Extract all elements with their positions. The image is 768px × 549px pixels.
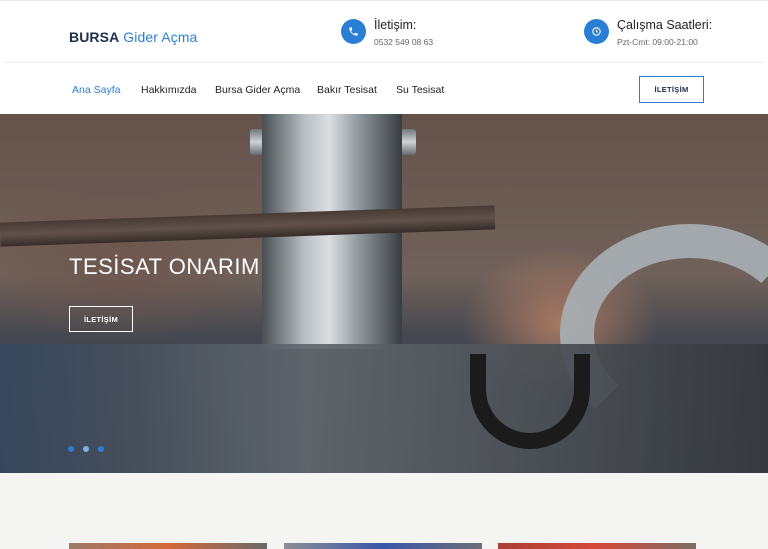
contact-phone-number[interactable]: 0532 549 08 63 <box>374 37 433 47</box>
logo-regular-text: Gider Açma <box>123 29 198 45</box>
contact-phone: İletişim: 0532 549 08 63 <box>341 18 433 47</box>
top-header: BURSA Gider Açma İletişim: 0532 549 08 6… <box>0 0 768 62</box>
hero-slider[interactable]: TESİSAT ONARIM İLETİŞİM <box>0 114 768 473</box>
nav-item-hakkimizda[interactable]: Hakkımızda <box>141 84 196 96</box>
clock-icon <box>584 19 609 44</box>
phone-icon <box>341 19 366 44</box>
service-card-image-3[interactable] <box>498 543 696 549</box>
nav-item-ana-sayfa[interactable]: Ana Sayfa <box>72 84 120 96</box>
main-navigation: Ana Sayfa Hakkımızda Bursa Gider Açma Ba… <box>0 63 768 114</box>
slider-dot-3[interactable] <box>98 446 104 452</box>
slider-dots <box>68 446 104 452</box>
site-logo[interactable]: BURSA Gider Açma <box>69 29 197 45</box>
nav-item-bursa-gider-acma[interactable]: Bursa Gider Açma <box>215 84 300 96</box>
contact-phone-title: İletişim: <box>374 18 417 32</box>
logo-bold-text: BURSA <box>69 29 120 45</box>
nav-contact-button[interactable]: İLETİŞİM <box>639 76 704 103</box>
hero-title: TESİSAT ONARIM <box>69 254 260 279</box>
nav-item-su-tesisat[interactable]: Su Tesisat <box>396 84 444 96</box>
nav-item-bakir-tesisat[interactable]: Bakır Tesisat <box>317 84 377 96</box>
service-card-image-2[interactable] <box>284 543 482 549</box>
slider-dot-1[interactable] <box>68 446 74 452</box>
contact-hours-value: Pzt-Cmt: 09:00-21:00 <box>617 37 698 47</box>
hero-contact-button[interactable]: İLETİŞİM <box>69 306 133 332</box>
slider-dot-2[interactable] <box>83 446 89 452</box>
hero-overlay <box>0 114 768 473</box>
service-card-image-1[interactable] <box>69 543 267 549</box>
contact-hours-title: Çalışma Saatleri: <box>617 18 713 32</box>
contact-hours: Çalışma Saatleri: Pzt-Cmt: 09:00-21:00 <box>584 18 712 47</box>
services-section <box>0 473 768 549</box>
